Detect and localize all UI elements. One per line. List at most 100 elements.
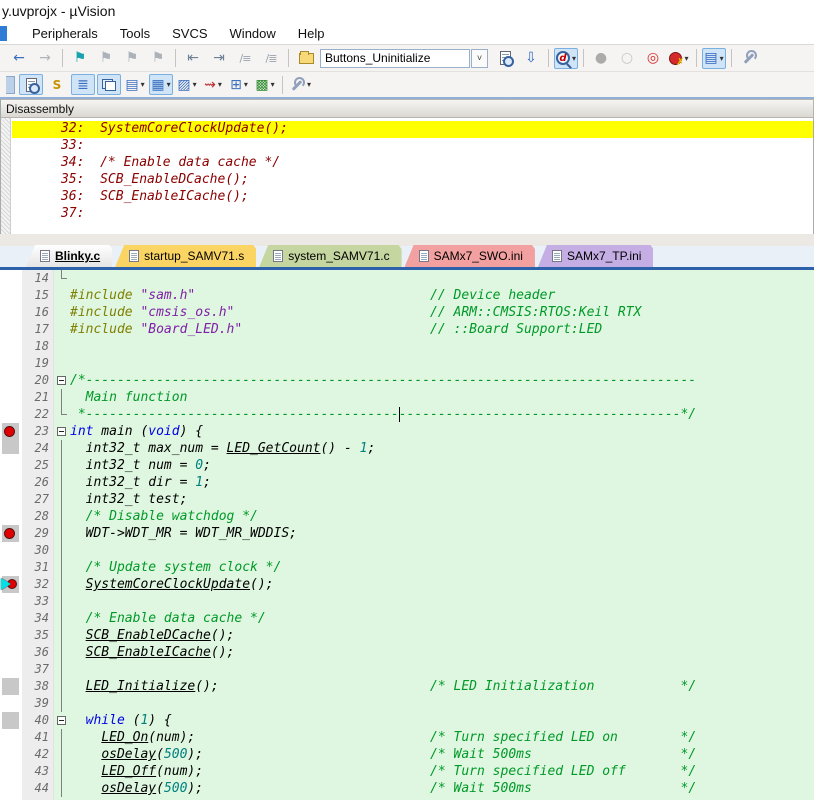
fold-column[interactable] bbox=[54, 610, 70, 627]
tab-samx7-swo-ini[interactable]: SAMx7_SWO.ini bbox=[405, 245, 535, 267]
kill-breakpoints-button[interactable]: ▾ bbox=[667, 48, 691, 69]
run-dot-indicator[interactable]: ● bbox=[589, 48, 613, 69]
forward-button[interactable]: → bbox=[33, 48, 57, 69]
next-bookmark-button[interactable]: ⚑ bbox=[120, 48, 144, 69]
fold-column[interactable] bbox=[54, 712, 70, 729]
combo-dropdown-button[interactable]: ˅ bbox=[471, 49, 488, 68]
line-margin[interactable] bbox=[0, 593, 22, 610]
line-margin[interactable] bbox=[0, 270, 22, 287]
code-line[interactable]: 39 bbox=[0, 695, 814, 712]
incremental-find-button[interactable]: ⇩ bbox=[519, 48, 543, 69]
fold-column[interactable] bbox=[54, 593, 70, 610]
code-line[interactable]: 25 int32_t num = 0; bbox=[0, 457, 814, 474]
code-line[interactable]: 16#include "cmsis_os.h" // ARM::CMSIS:RT… bbox=[0, 304, 814, 321]
code-line[interactable]: 14 bbox=[0, 270, 814, 287]
back-button[interactable]: ← bbox=[7, 48, 31, 69]
insert-bookmark-button[interactable]: ⚑ bbox=[68, 48, 92, 69]
fold-column[interactable] bbox=[54, 644, 70, 661]
fold-collapse-icon[interactable] bbox=[57, 716, 66, 725]
code-line[interactable]: 24 int32_t max_num = LED_GetCount() - 1; bbox=[0, 440, 814, 457]
dropdown-arrow-icon[interactable]: ▾ bbox=[720, 54, 724, 63]
configuration-combobox[interactable]: Buttons_Uninitialize bbox=[320, 49, 470, 68]
stop-ring-indicator[interactable]: ○ bbox=[615, 48, 639, 69]
find-in-files-button[interactable] bbox=[493, 48, 517, 69]
dropdown-arrow-icon[interactable]: ▾ bbox=[218, 80, 222, 89]
fold-column[interactable] bbox=[54, 457, 70, 474]
code-line[interactable]: 15#include "sam.h" // Device header bbox=[0, 287, 814, 304]
dropdown-arrow-icon[interactable]: ▾ bbox=[193, 80, 197, 89]
line-margin[interactable] bbox=[0, 423, 22, 440]
configure-tools-button[interactable] bbox=[737, 48, 761, 69]
code-line[interactable]: 27 int32_t test; bbox=[0, 491, 814, 508]
find-button[interactable]: d▾ bbox=[554, 48, 578, 69]
code-line[interactable]: 21 Main function bbox=[0, 389, 814, 406]
line-margin[interactable] bbox=[0, 508, 22, 525]
tab-startup-samv71-s[interactable]: startup_SAMV71.s bbox=[115, 245, 256, 267]
code-line[interactable]: 35 SCB_EnableDCache(); bbox=[0, 627, 814, 644]
leftmost-cut-button[interactable] bbox=[6, 76, 15, 94]
code-line[interactable]: 30 bbox=[0, 542, 814, 559]
dropdown-arrow-icon[interactable]: ▾ bbox=[244, 80, 248, 89]
line-margin[interactable] bbox=[0, 780, 22, 797]
fold-column[interactable] bbox=[54, 491, 70, 508]
line-margin[interactable] bbox=[0, 304, 22, 321]
debug-settings-button[interactable]: ▾ bbox=[288, 74, 312, 95]
fold-column[interactable] bbox=[54, 695, 70, 712]
fold-column[interactable] bbox=[54, 270, 70, 287]
fold-column[interactable] bbox=[54, 576, 70, 593]
code-line[interactable]: 33 bbox=[0, 593, 814, 610]
serial-window-button[interactable]: ▨▾ bbox=[175, 74, 199, 95]
code-line[interactable]: 38 LED_Initialize(); /* LED Initializati… bbox=[0, 678, 814, 695]
fold-column[interactable] bbox=[54, 304, 70, 321]
code-line[interactable]: 42 osDelay(500); /* Wait 500ms */ bbox=[0, 746, 814, 763]
line-margin[interactable] bbox=[0, 610, 22, 627]
code-line[interactable]: 20/*------------------------------------… bbox=[0, 372, 814, 389]
line-margin[interactable] bbox=[0, 389, 22, 406]
view-assembly-button[interactable] bbox=[19, 74, 43, 95]
dropdown-arrow-icon[interactable]: ▾ bbox=[271, 80, 275, 89]
code-line[interactable]: 23int main (void) { bbox=[0, 423, 814, 440]
fold-column[interactable] bbox=[54, 780, 70, 797]
fold-column[interactable] bbox=[54, 423, 70, 440]
fold-column[interactable] bbox=[54, 355, 70, 372]
breakpoint-icon[interactable] bbox=[4, 528, 15, 539]
line-margin[interactable] bbox=[0, 440, 22, 457]
dropdown-arrow-icon[interactable]: ▾ bbox=[684, 54, 688, 63]
dropdown-arrow-icon[interactable]: ▾ bbox=[141, 80, 145, 89]
tab-system-samv71-c[interactable]: system_SAMV71.c bbox=[259, 245, 401, 267]
uncomment-button[interactable]: /≣ bbox=[259, 48, 283, 69]
fold-column[interactable] bbox=[54, 763, 70, 780]
code-line[interactable]: 22 *------------------------------------… bbox=[0, 406, 814, 423]
line-margin[interactable] bbox=[0, 287, 22, 304]
code-editor[interactable]: 1415#include "sam.h" // Device header16#… bbox=[0, 270, 814, 800]
open-file-button[interactable] bbox=[294, 48, 318, 69]
code-line[interactable]: 41 LED_On(num); /* Turn specified LED on… bbox=[0, 729, 814, 746]
fold-column[interactable] bbox=[54, 661, 70, 678]
line-margin[interactable] bbox=[0, 695, 22, 712]
code-line[interactable]: 18 bbox=[0, 338, 814, 355]
fold-column[interactable] bbox=[54, 525, 70, 542]
fold-collapse-icon[interactable] bbox=[57, 427, 66, 436]
line-margin[interactable] bbox=[0, 559, 22, 576]
line-margin[interactable] bbox=[0, 746, 22, 763]
fold-column[interactable] bbox=[54, 627, 70, 644]
line-margin[interactable] bbox=[0, 576, 22, 593]
fold-column[interactable] bbox=[54, 729, 70, 746]
line-margin[interactable] bbox=[0, 491, 22, 508]
dropdown-arrow-icon[interactable]: ▾ bbox=[572, 54, 576, 63]
code-line[interactable]: 26 int32_t dir = 1; bbox=[0, 474, 814, 491]
code-line[interactable]: 34 /* Enable data cache */ bbox=[0, 610, 814, 627]
menu-item-peripherals[interactable]: Peripherals bbox=[21, 24, 109, 43]
symbols-window-button[interactable] bbox=[97, 74, 121, 95]
code-line[interactable]: 37 bbox=[0, 661, 814, 678]
fold-collapse-icon[interactable] bbox=[57, 376, 66, 385]
disassembly-window-button[interactable]: ≣ bbox=[71, 74, 95, 95]
fold-column[interactable] bbox=[54, 559, 70, 576]
line-margin[interactable] bbox=[0, 712, 22, 729]
fold-column[interactable] bbox=[54, 542, 70, 559]
code-line[interactable]: 19 bbox=[0, 355, 814, 372]
code-line[interactable]: 43 LED_Off(num); /* Turn specified LED o… bbox=[0, 763, 814, 780]
tab-blinky-c[interactable]: Blinky.c bbox=[26, 245, 112, 267]
fold-column[interactable] bbox=[54, 287, 70, 304]
line-margin[interactable] bbox=[0, 627, 22, 644]
